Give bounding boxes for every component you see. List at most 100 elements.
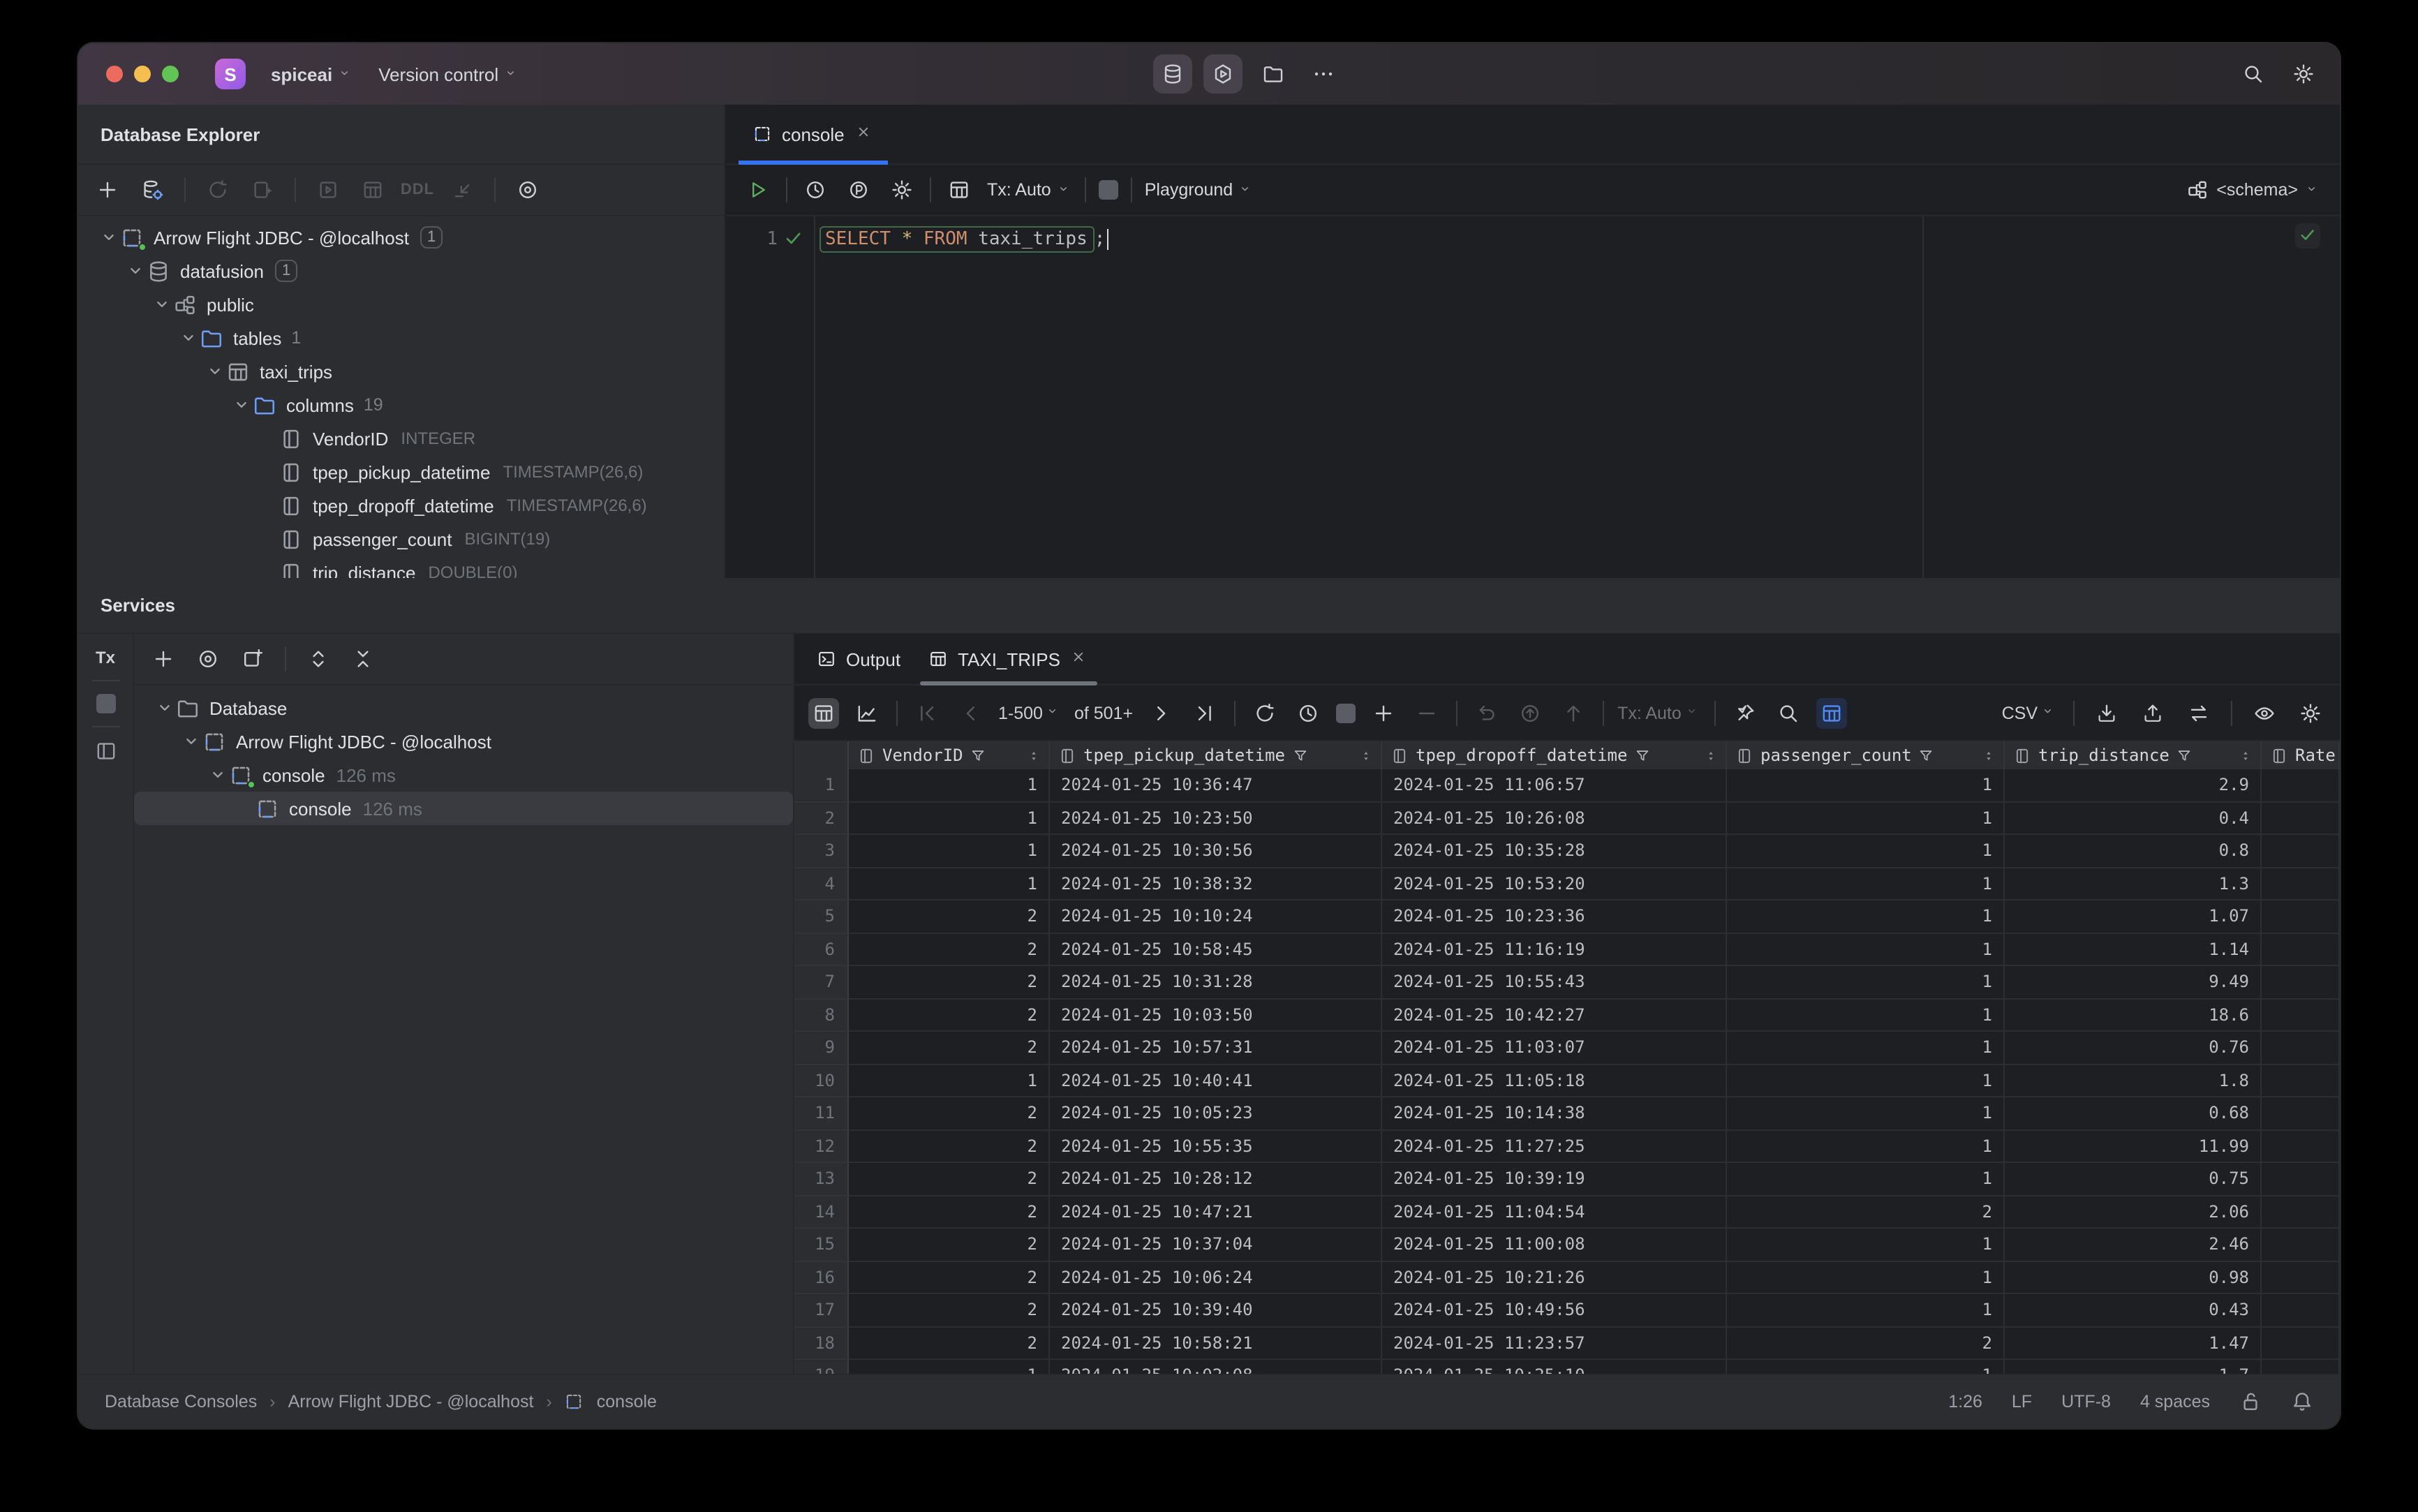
grid-view-button[interactable] (808, 697, 839, 728)
table-cell[interactable]: 0.75 (2005, 1163, 2262, 1196)
more-actions-button[interactable] (1304, 54, 1343, 94)
add-datasource-button[interactable] (92, 175, 123, 205)
column-header-tpep_pickup_datetime[interactable]: tpep_pickup_datetime (1050, 741, 1382, 769)
explorer-tree-item[interactable]: tpep_pickup_datetime TIMESTAMP(26,6) (78, 455, 725, 489)
table-cell[interactable]: 2024-01-25 10:39:40 (1050, 1294, 1382, 1327)
prev-page-button[interactable] (955, 697, 986, 728)
column-header-rate[interactable]: Rate (2262, 741, 2340, 769)
row-number-cell[interactable]: 17 (794, 1294, 849, 1327)
table-cell[interactable]: 1 (849, 835, 1050, 868)
row-number-cell[interactable]: 18 (794, 1327, 849, 1360)
explorer-tree-item[interactable]: taxi_trips (78, 355, 725, 388)
jump-to-console-button[interactable] (313, 175, 343, 205)
grid-corner-cell[interactable] (794, 741, 849, 769)
table-cell[interactable]: 1 (1727, 835, 2005, 868)
breadcrumb-item[interactable]: Arrow Flight JDBC - @localhost (288, 1392, 534, 1411)
table-cell[interactable] (2262, 1294, 2340, 1327)
table-cell[interactable]: 1 (849, 1065, 1050, 1097)
tool-layout-icon[interactable] (94, 740, 117, 762)
table-cell[interactable]: 2 (1727, 1196, 2005, 1229)
row-number-cell[interactable]: 11 (794, 1097, 849, 1130)
collapse-all-button[interactable] (348, 644, 378, 674)
table-cell[interactable]: 1 (849, 868, 1050, 900)
table-cell[interactable]: 2024-01-25 10:36:47 (1050, 769, 1382, 802)
explorer-tree-item[interactable]: tables 1 (78, 321, 725, 355)
refresh-button[interactable] (202, 175, 233, 205)
database-tool-button[interactable] (1153, 54, 1192, 94)
table-cell[interactable]: 9.49 (2005, 966, 2262, 999)
table-cell[interactable]: 2 (849, 1261, 1050, 1294)
sql-editor[interactable]: 1 SELECT * FROM taxi_trips; (726, 216, 2340, 578)
sort-toggle-icon[interactable] (1982, 748, 1995, 763)
table-cell[interactable]: 2.06 (2005, 1196, 2262, 1229)
view-options-button[interactable] (512, 175, 543, 205)
file-encoding[interactable]: UTF-8 (2061, 1392, 2111, 1411)
results-tx-dropdown[interactable]: Tx: Auto (1617, 703, 1700, 722)
stop-button[interactable] (1098, 180, 1118, 200)
submit-button[interactable] (1514, 697, 1545, 728)
grid-settings-button[interactable] (2295, 697, 2326, 728)
row-number-cell[interactable]: 6 (794, 933, 849, 966)
table-cell[interactable]: 0.8 (2005, 835, 2262, 868)
tab-console[interactable]: console (739, 105, 888, 165)
table-cell[interactable]: 1.3 (2005, 868, 2262, 900)
sort-toggle-icon[interactable] (1705, 748, 1717, 763)
table-cell[interactable]: 1 (1727, 1097, 2005, 1130)
run-query-button[interactable] (743, 175, 773, 205)
reload-page-button[interactable] (1249, 697, 1280, 728)
table-cell[interactable]: 1 (1727, 900, 2005, 933)
project-files-button[interactable] (1254, 54, 1293, 94)
table-cell[interactable] (2262, 835, 2340, 868)
commit-button[interactable] (1557, 697, 1588, 728)
table-cell[interactable]: 1 (1727, 966, 2005, 999)
table-cell[interactable]: 2024-01-25 10:25:10 (1382, 1360, 1727, 1374)
chevron-down-icon[interactable] (154, 697, 176, 719)
chevron-down-icon[interactable] (207, 764, 229, 786)
table-cell[interactable]: 0.4 (2005, 802, 2262, 835)
table-cell[interactable]: 2024-01-25 10:35:28 (1382, 835, 1727, 868)
console-settings-button[interactable] (887, 175, 917, 205)
column-header-tpep_dropoff_datetime[interactable]: tpep_dropoff_datetime (1382, 741, 1727, 769)
row-number-cell[interactable]: 7 (794, 966, 849, 999)
table-cell[interactable] (2262, 802, 2340, 835)
view-options-button[interactable] (2249, 697, 2280, 728)
sort-toggle-icon[interactable] (1360, 748, 1372, 763)
table-cell[interactable]: 2.9 (2005, 769, 2262, 802)
revert-button[interactable] (1471, 697, 1501, 728)
column-header-passenger_count[interactable]: passenger_count (1727, 741, 2005, 769)
explorer-tree-item[interactable]: Arrow Flight JDBC - @localhost 1 (78, 221, 725, 254)
row-number-cell[interactable]: 10 (794, 1065, 849, 1097)
chart-view-button[interactable] (852, 697, 882, 728)
page-range-dropdown[interactable]: 1-500 (998, 703, 1062, 722)
table-cell[interactable]: 2024-01-25 10:58:21 (1050, 1327, 1382, 1360)
chevron-down-icon[interactable] (151, 293, 173, 316)
explorer-tree-item[interactable]: trip_distance DOUBLE(0) (78, 556, 725, 578)
next-page-button[interactable] (1145, 697, 1176, 728)
table-cell[interactable] (2262, 1261, 2340, 1294)
table-cell[interactable]: 2024-01-25 10:05:23 (1050, 1097, 1382, 1130)
open-in-new-button[interactable] (237, 644, 268, 674)
playground-dropdown[interactable]: Playground (1145, 180, 1254, 200)
filter-funnel-icon[interactable] (1634, 748, 1649, 763)
table-cell[interactable]: 2024-01-25 11:03:07 (1382, 1032, 1727, 1065)
table-cell[interactable]: 1 (1727, 1229, 2005, 1261)
table-cell[interactable]: 2024-01-25 10:37:04 (1050, 1229, 1382, 1261)
expand-all-button[interactable] (303, 644, 334, 674)
sql-statement[interactable]: SELECT * FROM taxi_trips (819, 225, 1095, 252)
table-cell[interactable]: 1 (1727, 1130, 2005, 1163)
explorer-tree-item[interactable]: passenger_count BIGINT(19) (78, 522, 725, 556)
row-number-cell[interactable]: 1 (794, 769, 849, 802)
sort-toggle-icon[interactable] (2239, 748, 2252, 763)
close-icon[interactable] (1073, 651, 1090, 667)
table-cell[interactable]: 1.14 (2005, 933, 2262, 966)
services-tree-item[interactable]: Database (134, 691, 793, 725)
table-cell[interactable] (2262, 1097, 2340, 1130)
explorer-tree-item[interactable]: datafusion 1 (78, 254, 725, 288)
stop-refresh-button[interactable] (1335, 703, 1356, 722)
table-cell[interactable]: 2024-01-25 10:55:43 (1382, 966, 1727, 999)
table-cell[interactable] (2262, 900, 2340, 933)
column-header-vendorid[interactable]: VendorID (849, 741, 1050, 769)
table-cell[interactable] (2262, 1229, 2340, 1261)
table-cell[interactable]: 1.07 (2005, 900, 2262, 933)
table-cell[interactable]: 1 (1727, 1163, 2005, 1196)
